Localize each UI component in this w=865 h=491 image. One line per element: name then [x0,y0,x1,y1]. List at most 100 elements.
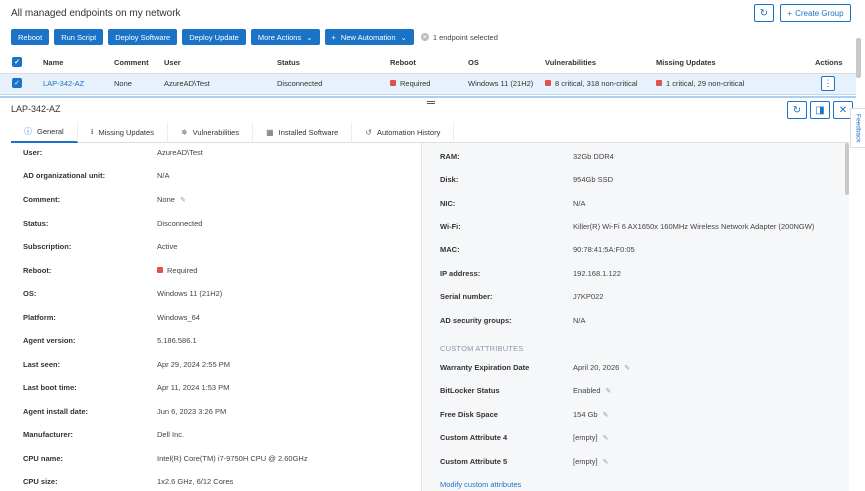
row-missing-updates: 1 critical, 29 non-critical [656,79,744,88]
col-actions: Actions [815,58,843,67]
col-os[interactable]: OS [468,58,479,67]
table-row[interactable]: ✓ LAP-342-AZ None AzureAD\Test Disconnec… [0,74,856,95]
row-os: Windows 11 (21H2) [468,79,534,88]
general-details: User: AzureAD\Test AD organizational unit… [11,143,849,491]
tab-general-label: General [37,127,64,136]
clear-selection-icon[interactable]: ✕ [420,33,429,41]
warning-square-icon [157,267,163,273]
col-status[interactable]: Status [277,58,300,67]
tab-automation-history[interactable]: ↺ Automation History [352,122,455,143]
tab-automation-history-label: Automation History [376,128,441,137]
refresh-icon: ↻ [792,104,802,116]
row-comment: None [114,79,132,88]
plus-icon: + [787,8,793,18]
col-user[interactable]: User [164,58,181,67]
custom4-value: [empty] [573,433,598,442]
check-icon: ✓ [14,59,20,66]
tab-installed-software[interactable]: ▦ Installed Software [253,122,353,143]
col-reboot[interactable]: Reboot [390,58,416,67]
page-header: All managed endpoints on my network ↻ + … [0,0,865,28]
refresh-button[interactable]: ↻ [754,4,774,22]
warning-square-icon [656,80,662,86]
deploy-software-button[interactable]: Deploy Software [108,29,178,45]
edit-pencil-icon[interactable]: ✎ [603,435,609,442]
chevron-down-icon: ⌄ [306,32,313,42]
tab-missing-updates-label: Missing Updates [98,128,154,137]
run-script-button[interactable]: Run Script [54,29,104,45]
col-name[interactable]: Name [43,58,63,67]
feedback-label: Feedback [854,113,862,143]
table-scrollbar[interactable] [856,38,861,78]
table-header: ✓ Name Comment User Status Reboot OS Vul… [0,53,856,74]
more-vertical-icon: ⋮ [823,78,833,88]
reboot-button[interactable]: Reboot [11,29,50,45]
detail-title: LAP-342-AZ [11,104,61,114]
row-missing-updates-text: 1 critical, 29 non-critical [666,79,745,88]
row-status: Disconnected [277,79,323,88]
history-icon: ↺ [365,128,372,137]
row-vulnerabilities-text: 8 critical, 318 non-critical [555,79,638,88]
selection-info: ✕ 1 endpoint selected [420,32,498,42]
row-vulnerabilities: 8 critical, 318 non-critical [545,79,638,88]
custom-attributes-heading: CUSTOM ATTRIBUTES [440,344,524,353]
free-disk-value: 154 Gb [573,410,598,419]
detail-scrollbar[interactable] [845,143,849,195]
pane-divider [0,96,856,98]
select-all-checkbox[interactable]: ✓ [12,57,22,67]
action-toolbar: Reboot Run Script Deploy Software Deploy… [11,29,498,45]
more-actions-button[interactable]: More Actions ⌄ [250,29,320,45]
deploy-update-button[interactable]: Deploy Update [182,29,246,45]
resize-handle-icon[interactable] [427,101,435,104]
close-icon: ✕ [838,104,848,116]
row-checkbox[interactable]: ✓ [12,78,22,88]
new-automation-label: New Automation [340,32,396,42]
toggle-panel-button[interactable]: ◨ [810,101,830,119]
page-title: All managed endpoints on my network [11,8,181,19]
col-missing-updates[interactable]: Missing Updates [656,58,716,67]
info-icon: ⓘ [24,127,32,136]
more-actions-label: More Actions [257,32,302,42]
tab-missing-updates[interactable]: ⭳ Missing Updates [78,122,168,143]
reboot-value: Required [167,266,198,275]
column-separator [421,143,422,491]
panel-icon: ◨ [815,104,825,116]
edit-pencil-icon[interactable]: ✎ [603,459,609,466]
endpoint-name-link[interactable]: LAP-342-AZ [43,79,84,88]
tab-vulnerabilities[interactable]: ✵ Vulnerabilities [168,122,254,143]
col-vulnerabilities[interactable]: Vulnerabilities [545,58,596,67]
tab-general[interactable]: ⓘ General [11,122,78,143]
feedback-tab[interactable]: Feedback [850,108,865,148]
hardware-info-right: RAM: 32Gb DDR4 Disk: 954Gb SSD NIC: N/A Wi-… [421,143,849,491]
custom5-value: [empty] [573,457,598,466]
new-automation-button[interactable]: + New Automation ⌄ [324,29,414,45]
comment-value: None [157,195,175,204]
edit-pencil-icon[interactable]: ✎ [180,197,186,204]
chevron-down-icon: ⌄ [400,32,407,42]
refresh-icon: ↻ [759,7,769,19]
detail-refresh-button[interactable]: ↻ [787,101,807,119]
tab-installed-software-label: Installed Software [278,128,339,137]
edit-pencil-icon[interactable]: ✎ [603,412,609,419]
row-reboot: Required [390,79,430,88]
edit-pencil-icon[interactable]: ✎ [624,365,630,372]
tab-vulnerabilities-label: Vulnerabilities [192,128,240,137]
endpoints-table: ✓ Name Comment User Status Reboot OS Vul… [0,53,856,95]
grid-icon: ▦ [266,128,274,137]
detail-tabs: ⓘ General ⭳ Missing Updates ✵ Vulnerabiliti… [11,122,849,143]
warning-square-icon [390,80,396,86]
bitlocker-value: Enabled [573,386,601,395]
modify-custom-attributes-link[interactable]: Modify custom attributes [440,480,521,491]
col-comment[interactable]: Comment [114,58,149,67]
warning-square-icon [545,80,551,86]
download-icon: ⭳ [90,126,94,136]
row-reboot-text: Required [400,79,431,88]
create-group-button[interactable]: + Create Group [780,4,851,22]
warranty-value: April 20, 2026 [573,363,620,372]
hardware-info-left: User: AzureAD\Test AD organizational unit… [23,148,308,486]
edit-pencil-icon[interactable]: ✎ [606,388,612,395]
selection-count-text: 1 endpoint selected [432,32,498,42]
bug-icon: ✵ [180,128,188,137]
row-actions-button[interactable]: ⋮ [821,76,835,91]
row-user: AzureAD\Test [164,79,210,88]
plus-icon: + [331,32,336,42]
